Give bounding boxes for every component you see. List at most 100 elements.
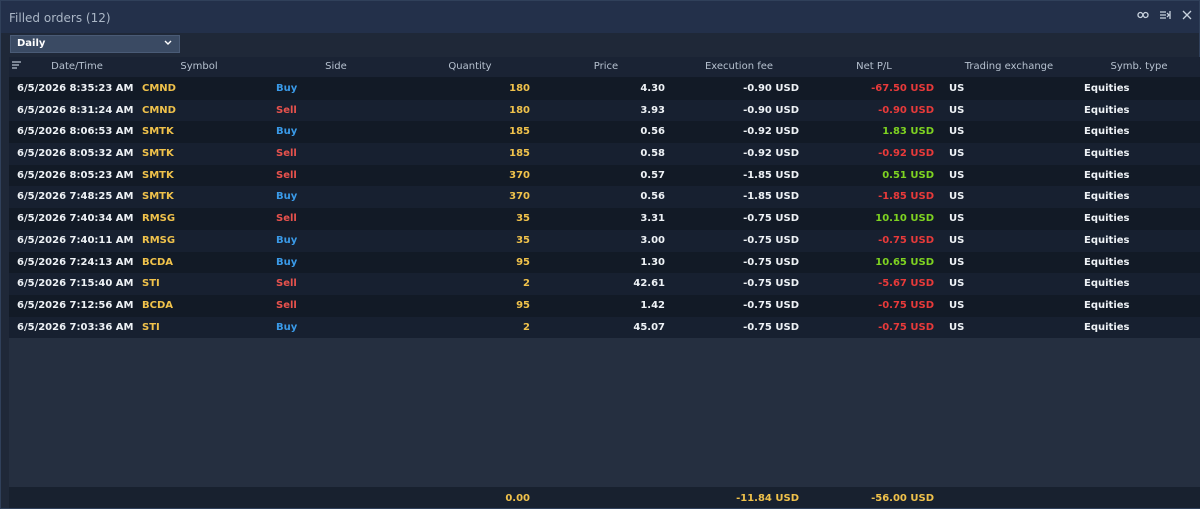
cell-execution-fee: -0.75 USD — [743, 256, 799, 268]
table-row[interactable]: 6/5/2026 8:06:53 AM SMTK Buy 185 0.56 -0… — [9, 121, 1200, 144]
cell-quantity: 2 — [523, 278, 530, 290]
cell-execution-fee: -1.85 USD — [743, 169, 799, 181]
cell-datetime: 6/5/2026 8:05:32 AM — [17, 148, 134, 160]
cell-side: Sell — [276, 104, 297, 116]
cell-symbol: SMTK — [142, 169, 174, 181]
total-net-pl: -56.00 USD — [871, 493, 934, 504]
cell-quantity: 2 — [523, 321, 530, 333]
net-pl-value: -0.90 — [878, 104, 907, 116]
column-settings-icon[interactable] — [1159, 9, 1171, 21]
cell-symb-type: Equities — [1084, 234, 1130, 246]
cell-symbol: RMSG — [142, 234, 176, 246]
column-header-trading-exchange[interactable]: Trading exchange — [959, 61, 1059, 72]
cell-quantity: 35 — [516, 234, 530, 246]
cell-execution-fee: -0.90 USD — [743, 104, 799, 116]
cell-price: 0.56 — [640, 191, 665, 203]
cell-datetime: 6/5/2026 7:48:25 AM — [17, 191, 134, 203]
cell-net-pl: -0.92 USD — [878, 148, 934, 159]
column-header-symbol[interactable]: Symbol — [169, 61, 229, 72]
cell-quantity: 95 — [516, 256, 530, 268]
table-row[interactable]: 6/5/2026 8:05:23 AM SMTK Sell 370 0.57 -… — [9, 164, 1200, 187]
column-header-datetime[interactable]: Date/Time — [49, 61, 105, 72]
cell-symbol: STI — [142, 321, 160, 333]
cell-quantity: 185 — [509, 126, 530, 138]
cell-execution-fee: -0.92 USD — [743, 148, 799, 160]
cell-side: Buy — [276, 126, 298, 138]
cell-symbol: BCDA — [142, 256, 174, 268]
cell-datetime: 6/5/2026 8:31:24 AM — [17, 104, 134, 116]
table-row[interactable]: 6/5/2026 8:35:23 AM CMND Buy 180 4.30 -0… — [9, 78, 1200, 100]
cell-symb-type: Equities — [1084, 278, 1130, 290]
cell-symb-type: Equities — [1084, 256, 1130, 268]
net-pl-value: -0.75 — [878, 321, 907, 333]
cell-symb-type: Equities — [1084, 83, 1130, 94]
cell-quantity: 185 — [509, 148, 530, 160]
chevron-down-icon — [164, 40, 172, 45]
column-header-symb-type[interactable]: Symb. type — [1104, 61, 1174, 72]
cell-side: Buy — [276, 256, 298, 268]
table-row[interactable]: 6/5/2026 7:03:36 AM STI Buy 2 45.07 -0.7… — [9, 316, 1200, 339]
cell-exchange: US — [949, 83, 965, 94]
cell-datetime: 6/5/2026 7:40:11 AM — [17, 234, 134, 246]
table-row[interactable]: 6/5/2026 7:40:11 AM RMSG Buy 35 3.00 -0.… — [9, 229, 1200, 252]
cell-side: Buy — [276, 191, 298, 203]
cell-price: 1.30 — [640, 256, 665, 268]
cell-datetime: 6/5/2026 8:35:23 AM — [17, 83, 134, 94]
window-titlebar[interactable]: Filled orders (12) — [1, 1, 1199, 33]
cell-exchange: US — [949, 169, 965, 181]
cell-symbol: SMTK — [142, 148, 174, 160]
table-row[interactable]: 6/5/2026 7:24:13 AM BCDA Buy 95 1.30 -0.… — [9, 251, 1200, 274]
cell-quantity: 370 — [509, 169, 530, 181]
cell-symbol: SMTK — [142, 191, 174, 203]
cell-price: 4.30 — [640, 83, 665, 94]
cell-net-pl: -0.90 USD — [878, 105, 934, 116]
link-icon[interactable] — [1137, 9, 1149, 21]
cell-symb-type: Equities — [1084, 299, 1130, 311]
filled-orders-window: Filled orders (12) Daily Date/Time Symbo… — [0, 0, 1200, 509]
net-pl-currency: USD — [910, 234, 934, 246]
table-row[interactable]: 6/5/2026 7:48:25 AM SMTK Buy 370 0.56 -1… — [9, 186, 1200, 209]
column-header-execution-fee[interactable]: Execution fee — [699, 61, 779, 72]
table-row[interactable]: 6/5/2026 7:15:40 AM STI Sell 2 42.61 -0.… — [9, 273, 1200, 295]
column-header-quantity[interactable]: Quantity — [440, 61, 500, 72]
table-row[interactable]: 6/5/2026 8:05:32 AM SMTK Sell 185 0.58 -… — [9, 143, 1200, 165]
cell-execution-fee: -0.75 USD — [743, 278, 799, 290]
table-row[interactable]: 6/5/2026 8:31:24 AM CMND Sell 180 3.93 -… — [9, 99, 1200, 122]
cell-side: Sell — [276, 148, 297, 160]
cell-price: 3.31 — [640, 213, 665, 225]
table-menu-icon[interactable] — [12, 61, 22, 71]
close-icon[interactable] — [1181, 9, 1193, 21]
net-pl-currency: USD — [910, 213, 934, 225]
cell-exchange: US — [949, 191, 965, 203]
cell-net-pl: -5.67 USD — [878, 278, 934, 289]
net-pl-value: -5.67 — [878, 278, 907, 290]
total-quantity: 0.00 — [505, 493, 530, 504]
cell-datetime: 6/5/2026 7:03:36 AM — [17, 321, 134, 333]
period-dropdown[interactable]: Daily — [10, 35, 180, 53]
table-row[interactable]: 6/5/2026 7:12:56 AM BCDA Sell 95 1.42 -0… — [9, 294, 1200, 317]
title-icon-group — [1137, 9, 1193, 21]
column-header-price[interactable]: Price — [581, 61, 631, 72]
cell-side: Sell — [276, 213, 297, 225]
table-row[interactable]: 6/5/2026 7:40:34 AM RMSG Sell 35 3.31 -0… — [9, 208, 1200, 230]
cell-side: Buy — [276, 83, 298, 94]
net-pl-currency: USD — [910, 191, 934, 203]
cell-symbol: STI — [142, 278, 160, 290]
cell-price: 3.93 — [640, 104, 665, 116]
cell-execution-fee: -0.92 USD — [743, 126, 799, 138]
net-pl-currency: USD — [910, 83, 934, 94]
cell-symb-type: Equities — [1084, 148, 1130, 160]
net-pl-value: -1.85 — [878, 191, 907, 203]
total-execution-fee: -11.84 USD — [736, 493, 799, 504]
cell-exchange: US — [949, 104, 965, 116]
table-totals-row: 0.00 -11.84 USD -56.00 USD — [9, 487, 1200, 508]
cell-symbol: BCDA — [142, 299, 174, 311]
column-header-side[interactable]: Side — [309, 61, 363, 72]
column-header-net-pl[interactable]: Net P/L — [849, 61, 899, 72]
cell-datetime: 6/5/2026 7:40:34 AM — [17, 213, 134, 225]
cell-net-pl: -67.50 USD — [871, 83, 934, 94]
net-pl-value: -0.92 — [878, 148, 907, 160]
cell-price: 0.57 — [640, 169, 665, 181]
cell-symb-type: Equities — [1084, 191, 1130, 203]
cell-price: 3.00 — [640, 234, 665, 246]
